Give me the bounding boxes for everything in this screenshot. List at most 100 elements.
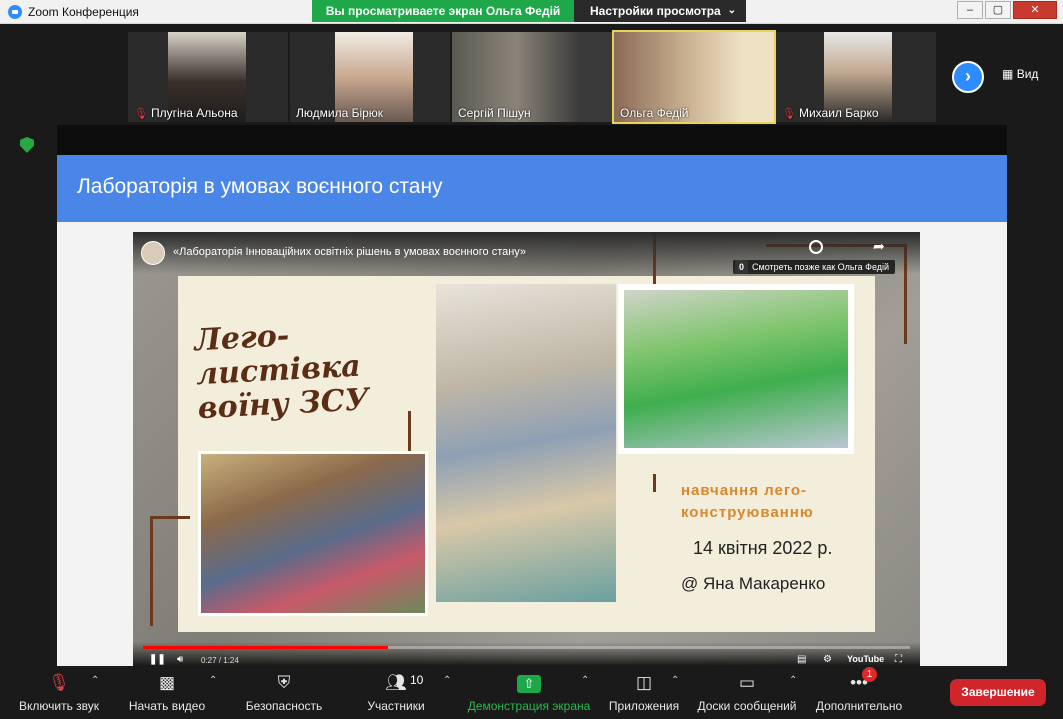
pause-icon[interactable]: ❚❚ bbox=[149, 654, 166, 665]
security-label: Безопасность bbox=[245, 699, 323, 713]
window-controls: – ▢ ✕ bbox=[955, 1, 1057, 19]
meeting-toolbar: 🎙︎ Включить звук ⌃ ▩ Начать видео ⌃ ⛨ Бе… bbox=[0, 666, 1063, 719]
participant-strip: 🎙︎ Плугіна Альона Людмила Бірюк Сергій Пі… bbox=[0, 25, 1063, 125]
view-options-label: Настройки просмотра bbox=[590, 4, 721, 18]
apps-options-button[interactable]: ⌃ bbox=[668, 666, 684, 719]
watch-later-text: Смотреть позже как Ольга Федій bbox=[752, 262, 890, 272]
participant-tile[interactable]: Людмила Бірюк bbox=[290, 32, 450, 122]
window-title: Zoom Конференция bbox=[28, 5, 139, 19]
chevron-right-icon: › bbox=[965, 66, 971, 86]
title-bar: Zoom Конференция Вы просматриваете экран… bbox=[0, 0, 1063, 24]
start-video-label: Начать видео bbox=[128, 699, 206, 713]
photo-boy-microscope bbox=[436, 284, 616, 602]
share-options-button[interactable]: ⌃ bbox=[578, 666, 594, 719]
photo-children-playing bbox=[198, 451, 428, 616]
watch-later-count: 0 bbox=[735, 260, 749, 274]
next-page-button[interactable]: › bbox=[952, 61, 984, 93]
share-arrow-icon[interactable]: ➦ bbox=[873, 238, 885, 255]
share-screen-label: Демонстрация экрана bbox=[467, 699, 591, 713]
participant-name-text: Сергій Пішун bbox=[458, 106, 531, 120]
caret-up-icon: ⌃ bbox=[789, 675, 798, 686]
slide-heading: Лабораторія в умовах воєнного стану bbox=[77, 175, 443, 198]
participant-name-text: Ольга Федій bbox=[620, 106, 689, 120]
view-options-button[interactable]: Настройки просмотра ⌄ bbox=[574, 0, 746, 22]
participant-name: 🎙︎ Михаил Барко bbox=[776, 106, 936, 120]
zoom-window: Zoom Конференция Вы просматриваете экран… bbox=[0, 0, 1063, 719]
subtitles-icon[interactable]: ▤ bbox=[797, 654, 806, 665]
view-button-label: Вид bbox=[1016, 67, 1039, 81]
video-title[interactable]: «Лабораторія Інноваційних освітніх рішен… bbox=[173, 246, 526, 258]
more-dots-icon: ••• bbox=[850, 673, 868, 692]
watch-later-tooltip: 0 Смотреть позже как Ольга Федій bbox=[733, 260, 896, 274]
caret-up-icon: ⌃ bbox=[671, 675, 680, 686]
participant-tile[interactable]: 🎙︎ Плугіна Альона bbox=[128, 32, 288, 122]
more-button[interactable]: ••• 1 Дополнительно bbox=[810, 666, 908, 719]
whiteboards-options-button[interactable]: ⌃ bbox=[786, 666, 802, 719]
participant-name-text: Плугіна Альона bbox=[150, 106, 238, 120]
video-off-icon: ▩ bbox=[158, 673, 176, 692]
caret-up-icon: ⌃ bbox=[91, 675, 100, 686]
participant-name: Людмила Бірюк bbox=[290, 106, 450, 120]
grid-icon: ▦ bbox=[1002, 67, 1014, 81]
slide-top-bar bbox=[57, 125, 1007, 155]
channel-avatar[interactable] bbox=[141, 241, 165, 265]
participant-name: Ольга Федій bbox=[614, 106, 774, 120]
fullscreen-icon[interactable]: ⛶ bbox=[895, 654, 902, 665]
poster-author: @ Яна Макаренко bbox=[681, 574, 826, 593]
photo-lego-image bbox=[624, 290, 848, 448]
poster-subtitle: навчання лего- конструюванню bbox=[681, 480, 814, 524]
participants-options-button[interactable]: ⌃ bbox=[440, 666, 456, 719]
watch-later-icon[interactable] bbox=[809, 240, 823, 254]
view-button[interactable]: ▦ Вид bbox=[1002, 63, 1052, 85]
start-video-button[interactable]: ▩ Начать видео bbox=[122, 666, 212, 719]
maximize-button[interactable]: ▢ bbox=[985, 1, 1011, 19]
security-button[interactable]: ⛨ Безопасность bbox=[240, 666, 328, 719]
participant-name: Сергій Пішун bbox=[452, 106, 612, 120]
participants-button[interactable]: 👥︎ 10 Участники bbox=[354, 666, 438, 719]
end-meeting-button[interactable]: Завершение bbox=[950, 679, 1046, 706]
participants-icon: 👥︎ bbox=[385, 673, 407, 692]
shared-screen: Лабораторія в умовах воєнного стану Лего… bbox=[57, 125, 1007, 667]
volume-icon[interactable]: 🔊︎ bbox=[177, 654, 183, 665]
participant-tile-active[interactable]: Ольга Федій bbox=[612, 30, 776, 124]
video-progress-bar[interactable] bbox=[143, 646, 910, 649]
youtube-embed[interactable]: Лего-листівка воїну ЗСУ навчання лего- к… bbox=[133, 232, 920, 667]
caret-up-icon: ⌃ bbox=[209, 675, 218, 686]
video-options-button[interactable]: ⌃ bbox=[206, 666, 222, 719]
encryption-shield-icon[interactable] bbox=[20, 137, 34, 153]
caret-up-icon: ⌃ bbox=[581, 675, 590, 686]
decor-line bbox=[408, 411, 411, 451]
participant-tile[interactable]: 🎙︎ Михаил Барко bbox=[776, 32, 936, 122]
mic-muted-icon: 🎙︎ bbox=[134, 108, 148, 120]
decor-line bbox=[150, 516, 190, 519]
youtube-logo[interactable]: YouTube bbox=[847, 654, 884, 664]
decor-line bbox=[653, 474, 656, 492]
video-progress-fill bbox=[143, 646, 389, 649]
caret-up-icon: ⌃ bbox=[443, 675, 452, 686]
chevron-down-icon: ⌄ bbox=[727, 5, 736, 16]
photo-lego-build bbox=[618, 284, 854, 454]
decor-line bbox=[150, 516, 153, 626]
slide-header: Лабораторія в умовах воєнного стану bbox=[57, 155, 1007, 222]
zoom-app-icon bbox=[8, 5, 22, 19]
video-frame-poster: Лего-листівка воїну ЗСУ навчання лего- к… bbox=[150, 232, 907, 632]
notification-badge: 1 bbox=[862, 667, 877, 682]
participant-tile[interactable]: Сергій Пішун bbox=[452, 32, 612, 122]
more-label: Дополнительно bbox=[815, 699, 903, 713]
participant-name-text: Людмила Бірюк bbox=[296, 106, 384, 120]
participant-name: 🎙︎ Плугіна Альона bbox=[128, 106, 288, 120]
screen-share-banner: Вы просматриваете экран Ольга Федій bbox=[312, 0, 574, 22]
mic-muted-icon: 🎙︎ bbox=[782, 108, 796, 120]
lego-title-line1: Лего-листівка bbox=[193, 318, 362, 393]
settings-gear-icon[interactable]: ⚙︎ bbox=[823, 654, 832, 665]
shield-icon: ⛨ bbox=[277, 673, 291, 692]
minimize-button[interactable]: – bbox=[957, 1, 983, 19]
participants-count: 10 bbox=[410, 673, 424, 687]
poster-lego-title: Лего-листівка воїну ЗСУ bbox=[193, 312, 438, 426]
video-time: 0:27 / 1:24 bbox=[201, 656, 239, 665]
subtitle-line1: навчання лего- bbox=[681, 482, 808, 499]
close-button[interactable]: ✕ bbox=[1013, 1, 1057, 19]
audio-options-button[interactable]: ⌃ bbox=[88, 666, 104, 719]
share-screen-button[interactable]: ⇧ Демонстрация экрана bbox=[464, 666, 594, 719]
participants-label: Участники bbox=[367, 699, 425, 713]
